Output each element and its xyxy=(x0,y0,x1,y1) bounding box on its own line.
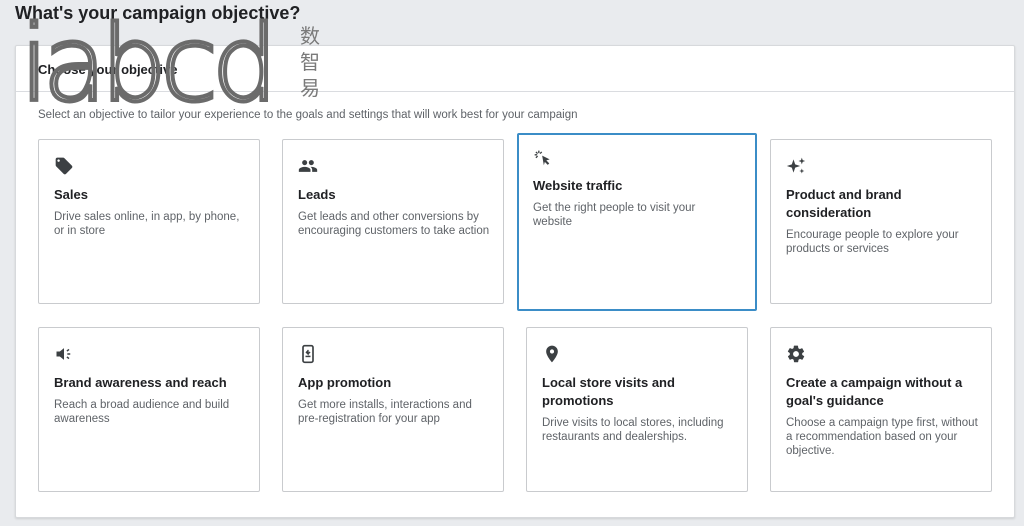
panel-header: Choose your objective xyxy=(16,46,1014,92)
objective-card-local-store-visits[interactable]: Local store visits and promotions Drive … xyxy=(526,327,748,492)
card-title: Leads xyxy=(298,187,336,202)
card-title: Sales xyxy=(54,187,88,202)
objective-card-sales[interactable]: Sales Drive sales online, in app, by pho… xyxy=(38,139,260,304)
objective-panel: Choose your objective Select an objectiv… xyxy=(15,45,1015,518)
card-title: Local store visits and promotions xyxy=(542,375,675,408)
phone-icon xyxy=(298,344,320,366)
people-icon xyxy=(298,156,320,178)
card-title: Product and brand consideration xyxy=(786,187,902,220)
objective-card-leads[interactable]: Leads Get leads and other conversions by… xyxy=(282,139,504,304)
panel-title: Choose your objective xyxy=(38,62,178,77)
card-title: Brand awareness and reach xyxy=(54,375,227,390)
megaphone-icon xyxy=(54,344,76,366)
panel-subtitle: Select an objective to tailor your exper… xyxy=(38,109,578,121)
gear-icon xyxy=(786,344,808,366)
card-description: Drive sales online, in app, by phone, or… xyxy=(54,211,240,237)
card-description: Choose a campaign type first, without a … xyxy=(786,417,978,457)
location-pin-icon xyxy=(542,344,564,366)
card-description: Drive visits to local stores, including … xyxy=(542,417,724,443)
card-title: App promotion xyxy=(298,375,392,390)
card-description: Encourage people to explore your product… xyxy=(786,229,959,255)
card-description: Get the right people to visit your websi… xyxy=(533,202,696,228)
page-title: What's your campaign objective? xyxy=(15,3,301,23)
sparkle-icon xyxy=(786,156,808,178)
objective-card-no-guidance[interactable]: Create a campaign without a goal's guida… xyxy=(770,327,992,492)
card-title: Website traffic xyxy=(533,178,623,193)
tag-icon xyxy=(54,156,76,178)
objective-card-website-traffic[interactable]: Website traffic Get the right people to … xyxy=(517,133,757,311)
card-title: Create a campaign without a goal's guida… xyxy=(786,375,963,408)
cursor-click-icon xyxy=(533,149,555,171)
card-description: Get leads and other conversions by encou… xyxy=(298,211,490,237)
card-description: Get more installs, interactions and pre-… xyxy=(298,399,472,425)
objective-card-product-brand-consideration[interactable]: Product and brand consideration Encourag… xyxy=(770,139,992,304)
objective-card-brand-awareness[interactable]: Brand awareness and reach Reach a broad … xyxy=(38,327,260,492)
card-description: Reach a broad audience and build awarene… xyxy=(54,399,230,425)
objective-card-app-promotion[interactable]: App promotion Get more installs, interac… xyxy=(282,327,504,492)
